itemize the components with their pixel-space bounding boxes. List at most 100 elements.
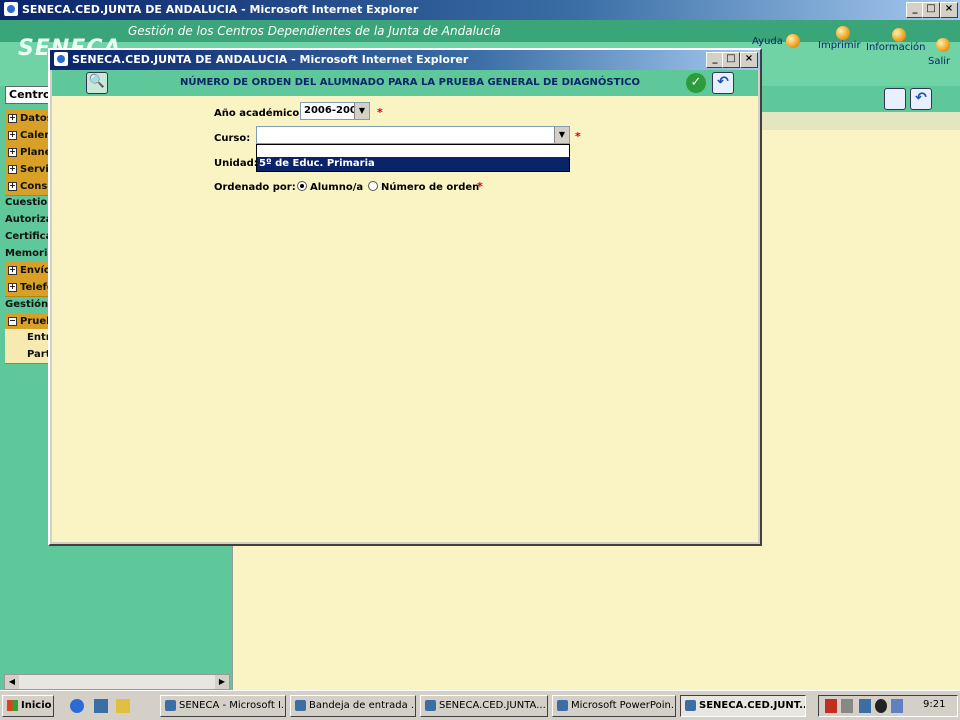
expand-icon[interactable]: + xyxy=(8,181,17,191)
taskbar: Inicio SENECA - Microsoft I... Bandeja de… xyxy=(0,690,960,720)
taskbar-button[interactable]: Microsoft PowerPoin... xyxy=(552,695,676,717)
accept-check-icon[interactable]: ✓ xyxy=(686,73,706,93)
course-option[interactable]: 5º de Educ. Primaria xyxy=(257,157,569,171)
popup-title-bar[interactable]: SENECA.CED.JUNTA DE ANDALUCIA - Microsof… xyxy=(50,50,760,70)
sidebar-item[interactable]: Memorias xyxy=(5,245,49,262)
ie-icon xyxy=(4,2,18,16)
taskbar-button-label: Microsoft PowerPoin... xyxy=(571,700,676,711)
expand-icon[interactable]: + xyxy=(8,265,17,275)
taskbar-button-label: SENECA - Microsoft I... xyxy=(179,700,286,711)
sidebar-item[interactable]: +Servicios xyxy=(5,161,49,179)
main-title-bar[interactable]: SENECA.CED.JUNTA DE ANDALUCIA - Microsof… xyxy=(0,0,960,20)
course-select[interactable]: ▼ xyxy=(256,126,570,144)
popup-close-button[interactable]: × xyxy=(740,52,758,68)
course-label: Curso: xyxy=(214,133,251,144)
order-radio-alumno[interactable] xyxy=(297,181,307,191)
taskbar-button-label: Bandeja de entrada ... xyxy=(309,700,416,711)
horizontal-scrollbar[interactable]: ◀ ▶ xyxy=(4,674,230,690)
expand-icon[interactable]: + xyxy=(8,130,17,140)
order-option-numero[interactable]: Número de orden xyxy=(381,182,479,193)
sidebar-item[interactable]: +Calendario xyxy=(5,127,49,145)
year-select[interactable]: 2006-2007 ▼ xyxy=(300,102,370,120)
outlook-quicklaunch-icon[interactable] xyxy=(116,699,130,713)
start-button[interactable]: Inicio xyxy=(2,695,54,717)
sidebar-item-label: Consultas xyxy=(20,181,49,192)
popup-maximize-button[interactable]: □ xyxy=(722,52,740,68)
desktop-quicklaunch-icon[interactable] xyxy=(94,699,108,713)
sidebar-item-label: Memorias xyxy=(5,248,49,259)
taskbar-button-label: SENECA.CED.JUNT... xyxy=(699,700,806,711)
unit-label: Unidad: xyxy=(214,158,258,169)
sidebar-item[interactable]: Cuestionarios xyxy=(5,194,49,211)
expand-icon[interactable]: + xyxy=(8,113,17,123)
sidebar-item[interactable]: Certificaciones xyxy=(5,228,49,245)
taskbar-button[interactable]: SENECA.CED.JUNTA... xyxy=(420,695,548,717)
help-link[interactable]: Ayuda xyxy=(752,36,783,47)
sidebar-item-label: Certificaciones xyxy=(5,231,49,242)
sidebar-item[interactable]: +Planes xyxy=(5,144,49,162)
close-button[interactable]: × xyxy=(940,2,958,18)
sidebar-item-label: Calendario xyxy=(20,130,49,141)
maximize-button[interactable]: □ xyxy=(922,2,940,18)
book-icon[interactable] xyxy=(884,88,906,110)
centro-tab[interactable]: Centro xyxy=(5,86,51,104)
scroll-left-icon[interactable]: ◀ xyxy=(5,675,19,689)
windows-logo-icon xyxy=(7,700,18,711)
sidebar-item-label: Cuestionarios xyxy=(5,197,49,208)
sidebar-item-label: Datos xyxy=(20,113,49,124)
ie-icon xyxy=(54,52,68,66)
sidebar-item-label: Autorizaciones xyxy=(5,214,49,225)
info-link[interactable]: Información xyxy=(866,42,925,53)
print-orb-icon xyxy=(836,26,850,40)
sidebar-item-label: Envíos xyxy=(20,265,49,276)
order-option-alumno[interactable]: Alumno/a xyxy=(310,182,363,193)
print-link[interactable]: Imprimir xyxy=(818,40,861,51)
panda-antivirus-icon[interactable] xyxy=(875,699,887,713)
sidebar-item[interactable]: +Teleformación xyxy=(5,279,49,297)
year-label: Año académico: xyxy=(214,108,304,119)
sidebar-item-label: Gestión xyxy=(5,299,49,310)
taskbar-button[interactable]: SENECA.CED.JUNT... xyxy=(680,695,806,717)
sidebar-item[interactable]: +Datos xyxy=(5,110,49,128)
help-orb-icon xyxy=(786,34,800,48)
expand-icon[interactable]: + xyxy=(8,282,17,292)
sidebar-item[interactable]: Gestión xyxy=(5,296,49,313)
sidebar-item[interactable]: Autorizaciones xyxy=(5,211,49,228)
tray-security-icon[interactable] xyxy=(825,699,837,713)
chevron-down-icon[interactable]: ▼ xyxy=(354,103,369,119)
chevron-down-icon[interactable]: ▼ xyxy=(554,127,569,143)
order-radio-numero[interactable] xyxy=(368,181,378,191)
exit-link[interactable]: Salir xyxy=(928,56,950,67)
popup-title: SENECA.CED.JUNTA DE ANDALUCIA - Microsof… xyxy=(72,53,469,66)
expand-icon[interactable]: + xyxy=(8,147,17,157)
network-icon[interactable] xyxy=(859,699,871,713)
system-tray: 9:21 xyxy=(818,695,958,717)
taskbar-button-label: SENECA.CED.JUNTA... xyxy=(439,700,546,711)
back-arrow-icon[interactable]: ↶ xyxy=(712,72,734,94)
expand-icon[interactable]: + xyxy=(8,164,17,174)
clock: 9:21 xyxy=(923,699,946,710)
sidebar-item[interactable]: +Envíos xyxy=(5,262,49,280)
sidebar-item-label: Pruebas xyxy=(20,316,49,327)
form-body: Año académico: 2006-2007 ▼ * Curso: ▼ * … xyxy=(52,96,758,542)
sidebar-item-label: Teleformación xyxy=(20,282,49,293)
taskbar-button[interactable]: Bandeja de entrada ... xyxy=(290,695,416,717)
scroll-right-icon[interactable]: ▶ xyxy=(215,675,229,689)
volume-icon[interactable] xyxy=(841,699,853,713)
back-arrow-icon[interactable]: ↶ xyxy=(910,88,932,110)
ie-quicklaunch-icon[interactable] xyxy=(70,699,84,713)
order-label: Ordenado por: xyxy=(214,182,296,193)
sidebar-item-label: Planes xyxy=(20,147,49,158)
search-record-icon[interactable]: 🔍 xyxy=(86,72,108,94)
form-title: NÚMERO DE ORDEN DEL ALUMNADO PARA LA PRU… xyxy=(180,77,641,88)
tray-display-icon[interactable] xyxy=(891,699,903,713)
course-required-mark: * xyxy=(575,130,581,143)
exit-orb-icon xyxy=(936,38,950,52)
course-dropdown-list: 5º de Educ. Primaria xyxy=(256,144,570,172)
taskbar-button[interactable]: SENECA - Microsoft I... xyxy=(160,695,286,717)
start-label: Inicio xyxy=(21,700,52,711)
popup-window: SENECA.CED.JUNTA DE ANDALUCIA - Microsof… xyxy=(48,48,762,546)
year-required-mark: * xyxy=(377,106,383,119)
collapse-icon[interactable]: − xyxy=(8,316,17,326)
sidebar-item-label: Servicios xyxy=(20,164,49,175)
